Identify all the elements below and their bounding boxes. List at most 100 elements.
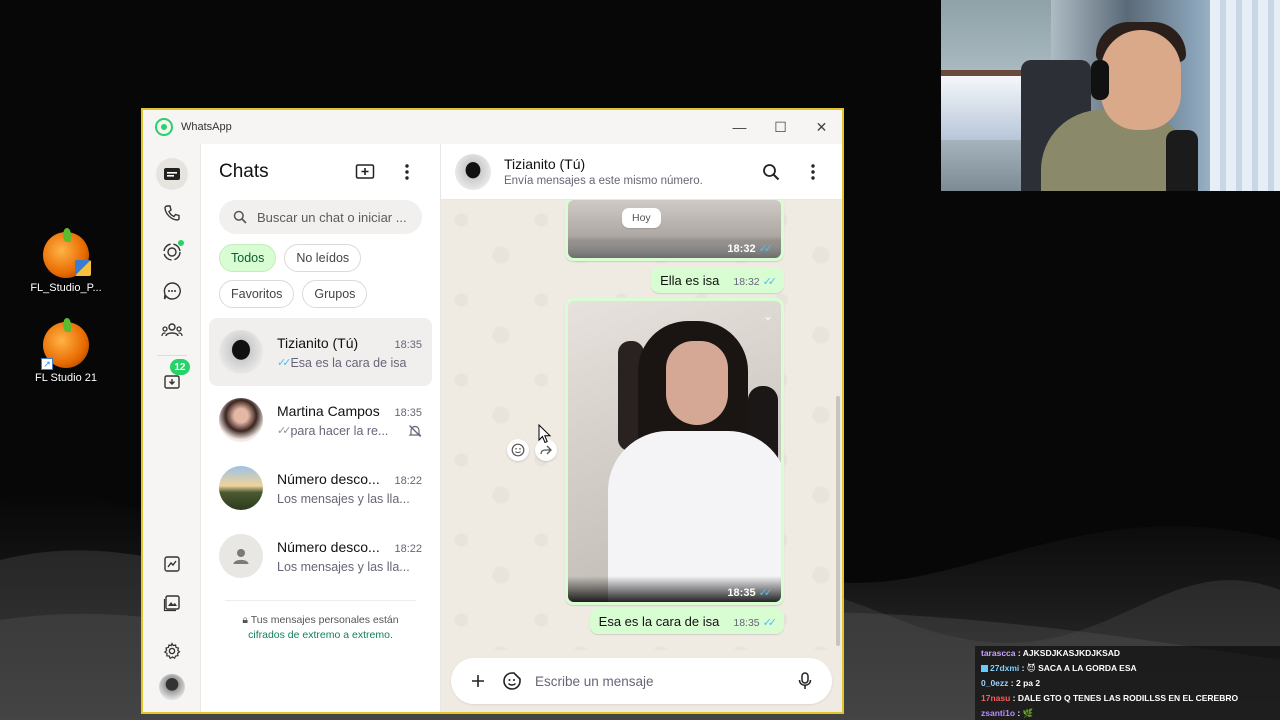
stream-chat-text: AJKSDJKASJKDJKSAD — [1022, 648, 1121, 658]
contact-avatar[interactable] — [455, 153, 491, 190]
chat-time: 18:35 — [394, 338, 422, 351]
conversation-header[interactable]: Tizianito (Tú) Envía mensajes a este mis… — [441, 144, 842, 200]
lock-icon: 🔒︎ — [242, 614, 248, 626]
chat-filters: Todos No leídos Favoritos Grupos — [201, 244, 440, 308]
nav-starred[interactable] — [156, 548, 188, 580]
close-button[interactable]: ✕ — [801, 110, 842, 144]
stream-chat-user: zsanti1o — [981, 708, 1016, 718]
communities-icon — [160, 323, 183, 337]
nav-settings[interactable] — [156, 635, 188, 667]
sticker-icon — [503, 672, 521, 690]
kebab-menu-icon — [405, 164, 409, 180]
chat-row[interactable]: Número desco... 18:22 Los mensajes y las… — [209, 522, 432, 590]
read-ticks-icon: ✓✓ — [762, 276, 778, 288]
filter-grupos[interactable]: Grupos — [302, 280, 368, 308]
muted-bell-icon — [408, 424, 422, 437]
read-ticks-icon: ✓✓ — [762, 617, 778, 629]
default-person-icon — [233, 549, 249, 564]
text-message[interactable]: Ella es isa 18:32 ✓✓ — [651, 267, 784, 293]
nav-communities[interactable] — [156, 314, 188, 346]
contact-name: Tizianito (Tú) — [504, 156, 586, 172]
status-unread-dot — [177, 240, 184, 246]
chevron-down-icon[interactable]: ⌄ — [763, 309, 773, 323]
attach-button[interactable] — [465, 668, 491, 694]
nav-calls[interactable] — [156, 197, 188, 229]
desktop-icon-fl-studio-portable[interactable]: FL_Studio_P... — [26, 228, 106, 294]
text-message[interactable]: Esa es la cara de isa 18:35 ✓✓ — [589, 608, 784, 634]
chat-list-menu-button[interactable] — [392, 157, 422, 187]
image-message[interactable]: 18:32 ✓✓ — [565, 200, 784, 261]
stream-chat-user: 27dxmi — [990, 663, 1020, 673]
contact-subtitle: Envía mensajes a este mismo número. — [504, 175, 703, 187]
title-bar[interactable]: WhatsApp — ☐ ✕ — [143, 110, 842, 144]
voice-message-button[interactable] — [792, 668, 818, 694]
gear-icon — [163, 642, 180, 660]
smiley-icon — [511, 443, 525, 457]
react-emoji-button[interactable] — [507, 439, 529, 461]
sub-badge-icon — [981, 665, 988, 673]
date-separator: Hoy — [622, 208, 661, 228]
filter-no-leidos[interactable]: No leídos — [284, 244, 362, 272]
search-in-chat-button[interactable] — [756, 157, 786, 187]
mouse-cursor-icon — [538, 424, 552, 444]
filter-todos[interactable]: Todos — [219, 244, 277, 272]
image-message[interactable]: ⌄ 18:35 ✓✓ — [565, 298, 784, 605]
minimize-button[interactable]: — — [719, 110, 760, 144]
encryption-notice: 🔒︎ Tus mensajes personales están cifrado… — [225, 600, 416, 643]
encryption-end: . — [389, 629, 393, 641]
search-bar[interactable] — [219, 200, 422, 234]
chat-list-title: Chats — [219, 161, 269, 182]
chat-row[interactable]: Martina Campos 18:35 ✓✓ para hacer la re… — [209, 386, 432, 454]
fl-studio-icon — [43, 228, 91, 278]
maximize-button[interactable]: ☐ — [760, 110, 801, 144]
message-input[interactable] — [535, 673, 792, 689]
avatar — [219, 330, 263, 374]
stream-chat-user: 0_0ezz — [981, 678, 1009, 688]
nav-status[interactable] — [156, 236, 188, 268]
conversation-menu-button[interactable] — [798, 157, 828, 187]
forward-icon — [540, 445, 552, 455]
archived-count-badge: 12 — [170, 359, 190, 375]
gallery-icon — [163, 595, 180, 612]
chat-time: 18:22 — [394, 474, 422, 487]
chat-row[interactable]: Tizianito (Tú) 18:35 ✓✓ Esa es la cara d… — [209, 318, 432, 386]
stream-chat-text: DALE GTO Q TENES LAS RODILLSS EN EL CERE… — [1017, 693, 1239, 703]
stream-chat-text: SACA A LA GORDA ESA — [1038, 663, 1137, 673]
stream-chat-user: tarascca — [981, 648, 1016, 658]
chat-row[interactable]: Número desco... 18:22 Los mensajes y las… — [209, 454, 432, 522]
message-photo[interactable]: ⌄ — [568, 301, 781, 602]
chat-name: Martina Campos — [277, 402, 380, 419]
kebab-menu-icon — [811, 163, 815, 180]
avatar — [219, 466, 263, 510]
nav-chats[interactable] — [155, 158, 188, 190]
chat-time: 18:35 — [394, 406, 422, 419]
chat-preview: Los mensajes y las lla... — [277, 491, 410, 506]
delivered-ticks-icon: ✓✓ — [277, 425, 292, 437]
new-chat-button[interactable] — [350, 157, 380, 187]
nav-archived[interactable]: 12 — [156, 359, 190, 397]
phone-icon — [163, 205, 180, 221]
desktop-icon-fl-studio-21[interactable]: ↗ FL Studio 21 — [26, 318, 106, 384]
desktop-icon-label: FL_Studio_P... — [30, 282, 102, 294]
filter-favoritos[interactable]: Favoritos — [219, 280, 295, 308]
chat-preview: para hacer la re... — [290, 423, 389, 438]
profile-avatar[interactable] — [158, 674, 185, 700]
search-input[interactable] — [257, 209, 417, 225]
message-time: 18:32 ✓✓ — [733, 276, 778, 288]
message-area[interactable]: 18:32 ✓✓ Hoy Ella es isa 18:32 ✓✓ ⌄ 18:3… — [441, 200, 842, 650]
sticker-button[interactable] — [499, 668, 525, 694]
channels-icon — [163, 282, 181, 300]
message-scrollbar[interactable] — [836, 396, 840, 646]
stream-chat-message: 17nasu : DALE GTO Q TENES LAS RODILLSS E… — [981, 693, 1239, 703]
nav-media[interactable] — [156, 587, 188, 619]
avatar — [219, 398, 263, 442]
conversation-panel: Tizianito (Tú) Envía mensajes a este mis… — [441, 144, 842, 712]
nav-channels[interactable] — [156, 275, 188, 307]
stream-chat-message: 0_0ezz : 2 pa 2 — [981, 678, 1041, 688]
webcam-overlay — [941, 0, 1280, 191]
chat-preview: Los mensajes y las lla... — [277, 559, 410, 574]
chats-icon — [163, 168, 180, 180]
encryption-link[interactable]: cifrados de extremo a extremo — [248, 629, 390, 641]
whatsapp-logo-icon — [155, 118, 173, 136]
whatsapp-window: WhatsApp — ☐ ✕ 12 Chats Buscar un chat o… — [141, 108, 844, 714]
